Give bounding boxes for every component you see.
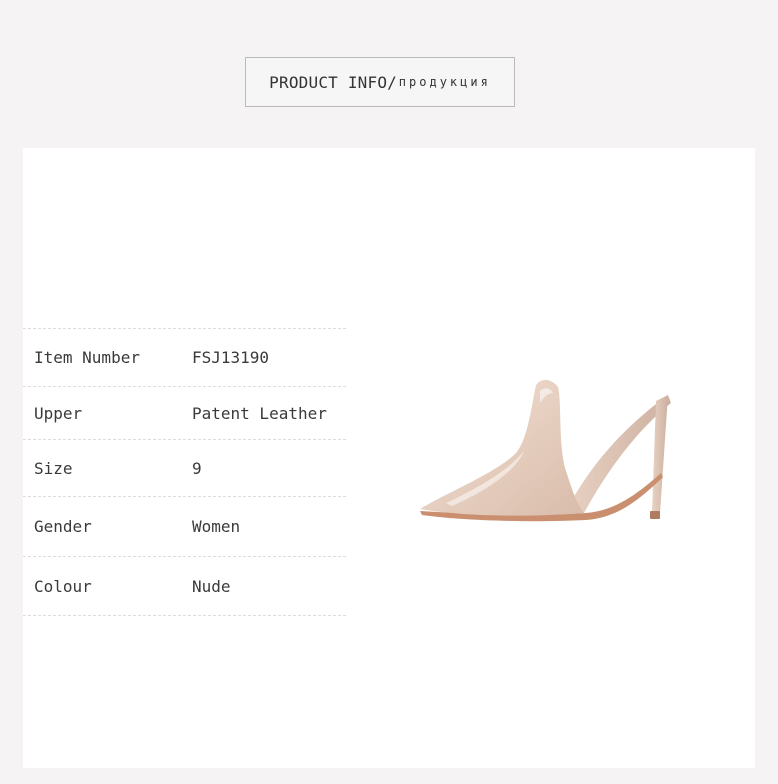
product-shoe-image <box>420 379 671 522</box>
spec-value: Nude <box>192 576 231 596</box>
spec-row-item-number: Item Number FSJ13190 <box>23 328 346 386</box>
spec-value: Patent Leather <box>192 403 327 423</box>
spec-row-size: Size 9 <box>23 439 346 496</box>
spec-row-gender: Gender Women <box>23 496 346 556</box>
spec-value: FSJ13190 <box>192 348 270 367</box>
spec-label: Colour <box>34 576 92 596</box>
spec-label: Upper <box>34 403 83 423</box>
banner-title-english: PRODUCT INFO <box>269 72 388 92</box>
product-panel: Item Number FSJ13190 Upper Patent Leathe… <box>23 148 755 768</box>
banner-title-russian: продукция <box>398 75 491 89</box>
spec-label: Size <box>34 458 73 478</box>
spec-label: Item Number <box>34 348 140 367</box>
spec-value: Women <box>192 517 241 536</box>
spec-row-upper: Upper Patent Leather <box>23 386 346 439</box>
product-info-banner: PRODUCT INFO / продукция <box>245 57 515 107</box>
spec-value: 9 <box>192 458 202 478</box>
banner-separator: / <box>387 72 397 92</box>
spec-table: Item Number FSJ13190 Upper Patent Leathe… <box>23 328 346 616</box>
spec-row-colour: Colour Nude <box>23 556 346 616</box>
spec-label: Gender <box>34 517 92 536</box>
